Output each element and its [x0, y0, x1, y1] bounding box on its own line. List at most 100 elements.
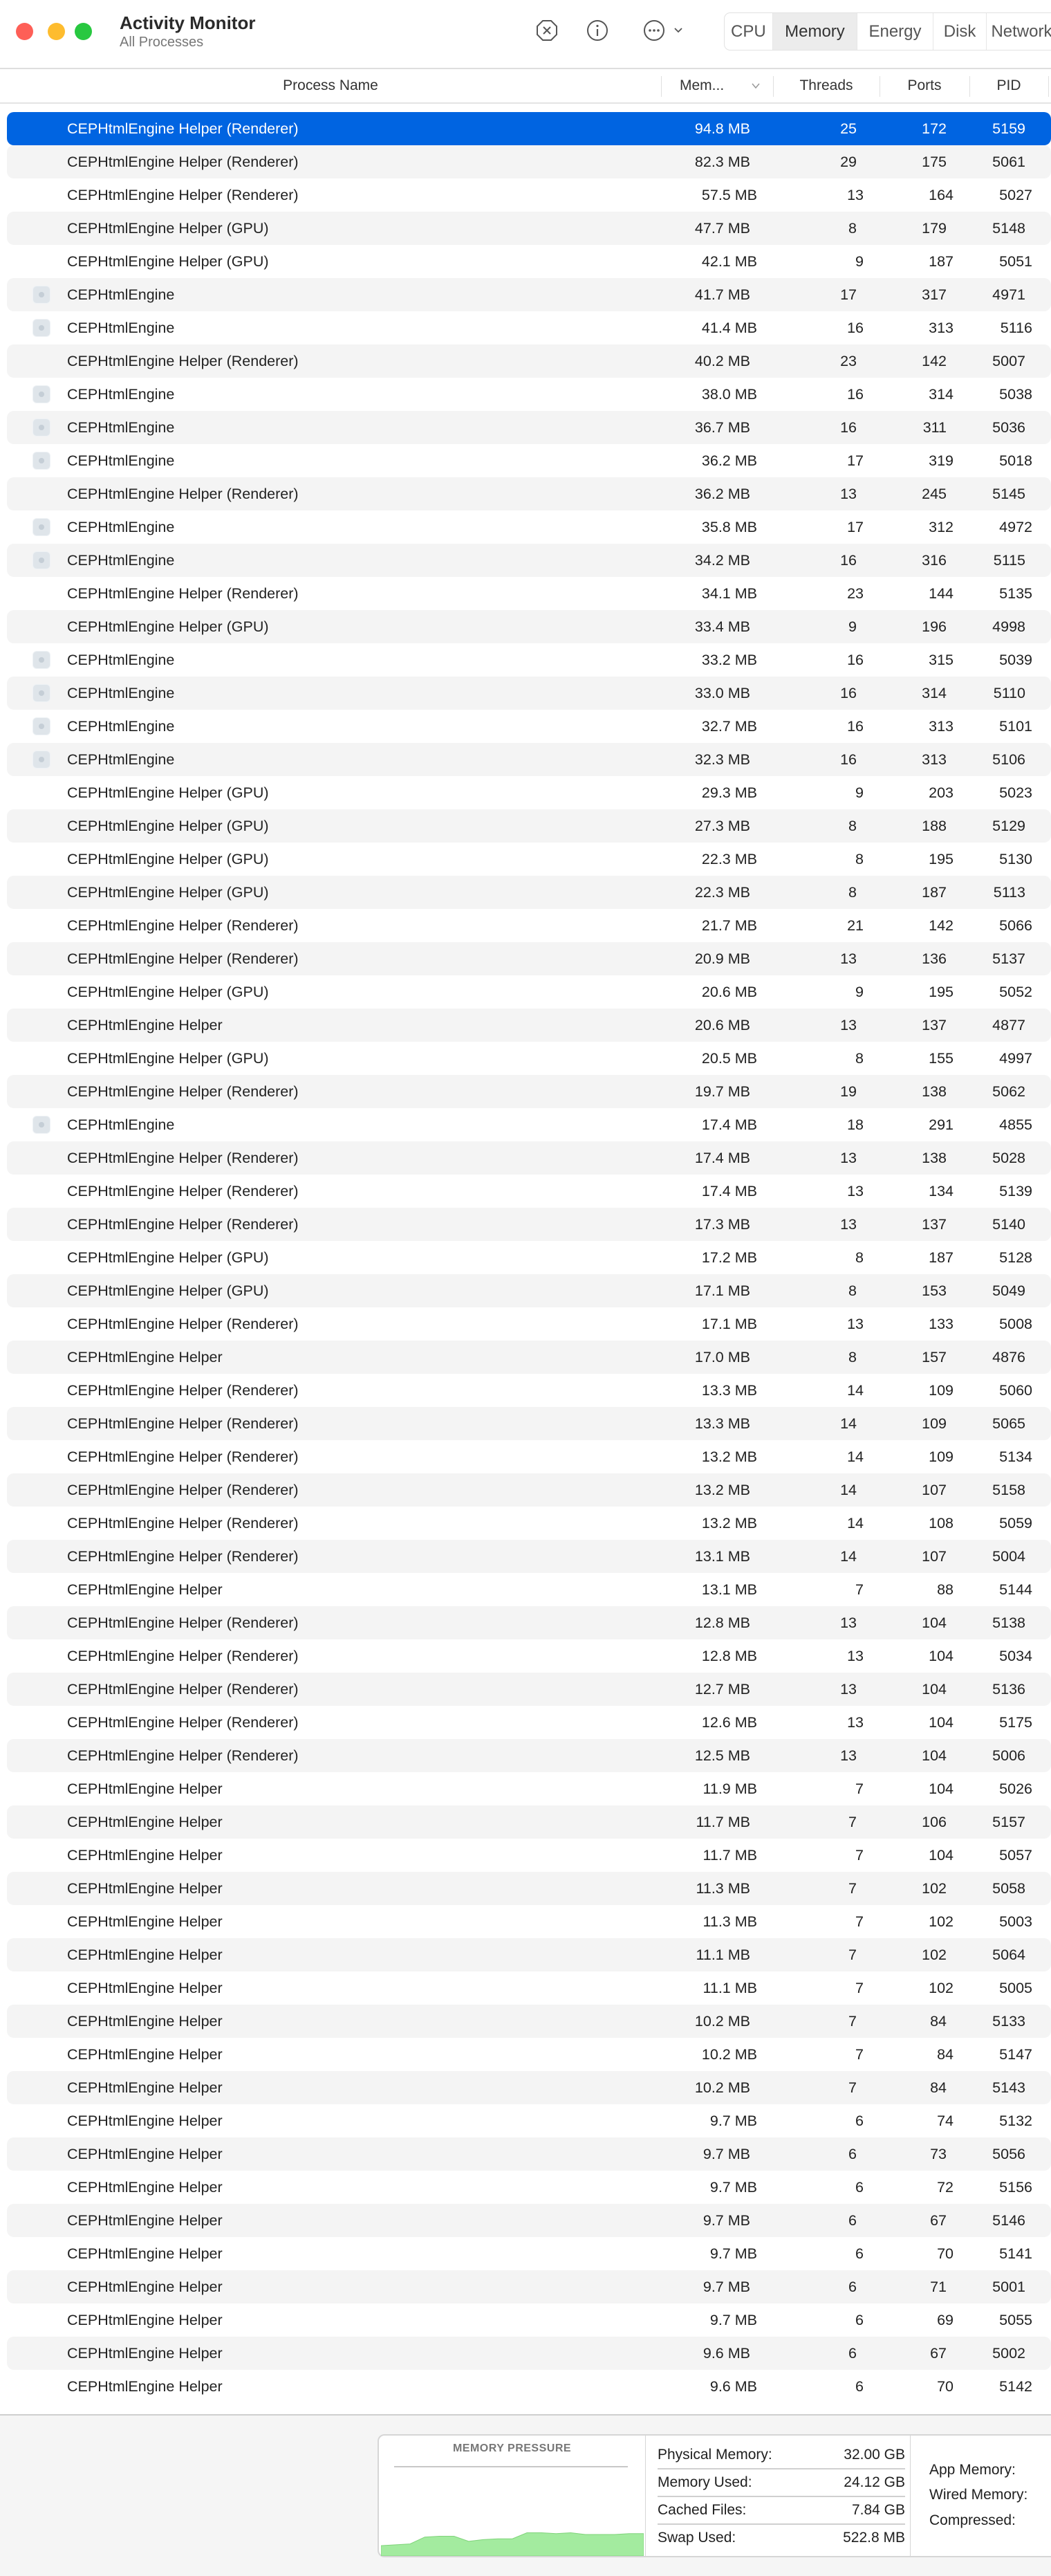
column-header-ports[interactable]: Ports: [880, 69, 969, 102]
table-row[interactable]: CEPHtmlEngine Helper (Renderer) 13.2 MB 14…: [7, 1473, 1051, 1507]
info-icon[interactable]: [584, 17, 611, 44]
column-divider[interactable]: [661, 76, 662, 97]
table-row[interactable]: CEPHtmlEngine Helper 20.6 MB 13 137 4877: [7, 1009, 1051, 1042]
table-row[interactable]: CEPHtmlEngine Helper (Renderer) 57.5 MB 13…: [0, 178, 1051, 212]
table-row[interactable]: CEPHtmlEngine Helper (Renderer) 17.3 MB 13…: [7, 1208, 1051, 1241]
table-row[interactable]: CEPHtmlEngine 33.0 MB 16 314 5110: [7, 677, 1051, 710]
table-row[interactable]: CEPHtmlEngine Helper (GPU) 20.6 MB 9 195 505…: [0, 975, 1051, 1009]
table-row[interactable]: CEPHtmlEngine Helper (Renderer) 82.3 MB 29…: [7, 145, 1051, 178]
table-row[interactable]: CEPHtmlEngine Helper 11.1 MB 7 102 5005: [0, 1971, 1051, 2005]
table-row[interactable]: CEPHtmlEngine Helper (Renderer) 12.8 MB 13…: [7, 1606, 1051, 1639]
table-row[interactable]: CEPHtmlEngine Helper 9.7 MB 6 71 5001: [7, 2270, 1051, 2303]
table-row[interactable]: CEPHtmlEngine Helper 9.7 MB 6 74 5132: [0, 2104, 1051, 2137]
column-header-pid[interactable]: PID: [969, 69, 1048, 102]
table-row[interactable]: CEPHtmlEngine Helper (Renderer) 21.7 MB 21…: [0, 909, 1051, 942]
table-row[interactable]: CEPHtmlEngine Helper (GPU) 27.3 MB 8 188 512…: [7, 809, 1051, 843]
table-row[interactable]: CEPHtmlEngine Helper (GPU) 17.2 MB 8 187 512…: [0, 1241, 1051, 1274]
table-row[interactable]: CEPHtmlEngine Helper 11.7 MB 7 106 5157: [7, 1805, 1051, 1839]
process-name: CEPHtmlEngine Helper (Renderer): [67, 154, 299, 170]
column-header-process-name[interactable]: Process Name: [0, 69, 661, 102]
tab-energy[interactable]: Energy: [857, 13, 933, 50]
table-row[interactable]: CEPHtmlEngine Helper (Renderer) 12.8 MB 13…: [0, 1639, 1051, 1673]
table-row[interactable]: CEPHtmlEngine 36.7 MB 16 311 5036: [7, 411, 1051, 444]
table-row[interactable]: CEPHtmlEngine Helper 11.9 MB 7 104 5026: [0, 1772, 1051, 1805]
app-icon: [32, 385, 50, 403]
column-header-threads[interactable]: Threads: [773, 69, 880, 102]
table-row[interactable]: CEPHtmlEngine 38.0 MB 16 314 5038: [0, 378, 1051, 411]
ports-value: 196: [922, 618, 947, 635]
table-row[interactable]: CEPHtmlEngine Helper 11.1 MB 7 102 5064: [7, 1938, 1051, 1971]
column-header-memory[interactable]: Mem...: [680, 69, 724, 102]
sort-descending-icon[interactable]: [751, 69, 761, 102]
close-window-button[interactable]: [16, 23, 33, 40]
table-row[interactable]: CEPHtmlEngine 41.4 MB 16 313 5116: [0, 311, 1051, 344]
table-row[interactable]: CEPHtmlEngine 35.8 MB 17 312 4972: [0, 510, 1051, 544]
table-row[interactable]: CEPHtmlEngine Helper 9.6 MB 6 70 5142: [0, 2370, 1051, 2403]
more-actions-icon[interactable]: [640, 17, 668, 44]
table-row[interactable]: CEPHtmlEngine Helper 9.7 MB 6 70 5141: [0, 2237, 1051, 2270]
table-row[interactable]: CEPHtmlEngine Helper 11.7 MB 7 104 5057: [0, 1839, 1051, 1872]
table-row[interactable]: CEPHtmlEngine Helper 10.2 MB 7 84 5147: [0, 2038, 1051, 2071]
minimize-window-button[interactable]: [48, 23, 65, 40]
table-row[interactable]: CEPHtmlEngine 36.2 MB 17 319 5018: [0, 444, 1051, 477]
pid-value: 5026: [999, 1781, 1032, 1797]
table-row[interactable]: CEPHtmlEngine 17.4 MB 18 291 4855: [0, 1108, 1051, 1141]
chevron-down-icon[interactable]: [668, 17, 689, 44]
process-name: CEPHtmlEngine: [67, 552, 175, 569]
table-row[interactable]: CEPHtmlEngine Helper (GPU) 22.3 MB 8 195 513…: [0, 843, 1051, 876]
table-row[interactable]: CEPHtmlEngine Helper 9.7 MB 6 73 5056: [7, 2137, 1051, 2171]
table-row[interactable]: CEPHtmlEngine Helper (GPU) 17.1 MB 8 153 504…: [7, 1274, 1051, 1307]
table-row[interactable]: CEPHtmlEngine 32.3 MB 16 313 5106: [7, 743, 1051, 776]
tab-memory[interactable]: Memory: [772, 13, 858, 50]
table-row[interactable]: CEPHtmlEngine 33.2 MB 16 315 5039: [0, 643, 1051, 677]
tab-cpu[interactable]: CPU: [725, 13, 773, 50]
table-row[interactable]: CEPHtmlEngine Helper (GPU) 47.7 MB 8 179 514…: [7, 212, 1051, 245]
table-row[interactable]: CEPHtmlEngine Helper (Renderer) 34.1 MB 23…: [0, 577, 1051, 610]
stop-process-icon[interactable]: [533, 17, 561, 44]
table-row[interactable]: CEPHtmlEngine Helper (Renderer) 20.9 MB 13…: [7, 942, 1051, 975]
table-row[interactable]: CEPHtmlEngine Helper (Renderer) 36.2 MB 13…: [7, 477, 1051, 510]
table-row[interactable]: CEPHtmlEngine 34.2 MB 16 316 5115: [7, 544, 1051, 577]
threads-value: 9: [855, 784, 864, 801]
table-row[interactable]: CEPHtmlEngine Helper 11.3 MB 7 102 5058: [7, 1872, 1051, 1905]
process-name: CEPHtmlEngine Helper (Renderer): [67, 1515, 299, 1531]
table-row[interactable]: CEPHtmlEngine Helper (Renderer) 12.6 MB 13…: [0, 1706, 1051, 1739]
table-row[interactable]: CEPHtmlEngine Helper 10.2 MB 7 84 5143: [7, 2071, 1051, 2104]
table-row[interactable]: CEPHtmlEngine Helper (Renderer) 40.2 MB 23…: [7, 344, 1051, 378]
table-row[interactable]: CEPHtmlEngine 32.7 MB 16 313 5101: [0, 710, 1051, 743]
threads-value: 8: [855, 1249, 864, 1266]
table-row[interactable]: CEPHtmlEngine Helper (Renderer) 19.7 MB 19…: [7, 1075, 1051, 1108]
table-row[interactable]: CEPHtmlEngine Helper 17.0 MB 8 157 4876: [7, 1341, 1051, 1374]
zoom-window-button[interactable]: [75, 23, 92, 40]
table-row[interactable]: CEPHtmlEngine Helper 9.7 MB 6 69 5055: [0, 2303, 1051, 2337]
table-row[interactable]: CEPHtmlEngine Helper (Renderer) 13.3 MB 14…: [0, 1374, 1051, 1407]
table-row[interactable]: CEPHtmlEngine Helper (Renderer) 13.2 MB 14…: [0, 1507, 1051, 1540]
table-row[interactable]: CEPHtmlEngine Helper 11.3 MB 7 102 5003: [0, 1905, 1051, 1938]
table-row[interactable]: CEPHtmlEngine Helper 9.7 MB 6 67 5146: [7, 2204, 1051, 2237]
memory-value: 9.7 MB: [709, 2179, 757, 2196]
table-row[interactable]: CEPHtmlEngine Helper (Renderer) 12.7 MB 13…: [7, 1673, 1051, 1706]
tab-network[interactable]: Network: [987, 13, 1051, 50]
table-row[interactable]: CEPHtmlEngine Helper (Renderer) 13.1 MB 14…: [7, 1540, 1051, 1573]
table-row[interactable]: CEPHtmlEngine Helper (Renderer) 13.2 MB 14…: [0, 1440, 1051, 1473]
table-row[interactable]: CEPHtmlEngine Helper (Renderer) 94.8 MB 25…: [7, 112, 1051, 145]
tab-disk[interactable]: Disk: [933, 13, 987, 50]
table-row[interactable]: CEPHtmlEngine Helper (GPU) 33.4 MB 9 196 499…: [7, 610, 1051, 643]
table-row[interactable]: CEPHtmlEngine Helper (GPU) 29.3 MB 9 203 502…: [0, 776, 1051, 809]
table-row[interactable]: CEPHtmlEngine Helper (Renderer) 12.5 MB 13…: [7, 1739, 1051, 1772]
table-row[interactable]: CEPHtmlEngine Helper (GPU) 22.3 MB 8 187 511…: [7, 876, 1051, 909]
table-row[interactable]: CEPHtmlEngine Helper (Renderer) 17.4 MB 13…: [0, 1175, 1051, 1208]
table-row[interactable]: CEPHtmlEngine Helper (GPU) 20.5 MB 8 155 499…: [0, 1042, 1051, 1075]
column-divider[interactable]: [1048, 76, 1049, 97]
table-row[interactable]: CEPHtmlEngine Helper 9.6 MB 6 67 5002: [7, 2337, 1051, 2370]
table-row[interactable]: CEPHtmlEngine Helper (GPU) 42.1 MB 9 187 505…: [0, 245, 1051, 278]
table-row[interactable]: CEPHtmlEngine Helper 10.2 MB 7 84 5133: [7, 2005, 1051, 2038]
process-name: CEPHtmlEngine Helper (GPU): [67, 851, 269, 867]
table-row[interactable]: CEPHtmlEngine Helper 9.7 MB 6 72 5156: [0, 2171, 1051, 2204]
table-row[interactable]: CEPHtmlEngine Helper (Renderer) 13.3 MB 14…: [7, 1407, 1051, 1440]
threads-value: 7: [855, 1980, 864, 1996]
table-row[interactable]: CEPHtmlEngine 41.7 MB 17 317 4971: [7, 278, 1051, 311]
table-row[interactable]: CEPHtmlEngine Helper (Renderer) 17.1 MB 13…: [0, 1307, 1051, 1341]
table-row[interactable]: CEPHtmlEngine Helper (Renderer) 17.4 MB 13…: [7, 1141, 1051, 1175]
table-row[interactable]: CEPHtmlEngine Helper 13.1 MB 7 88 5144: [0, 1573, 1051, 1606]
